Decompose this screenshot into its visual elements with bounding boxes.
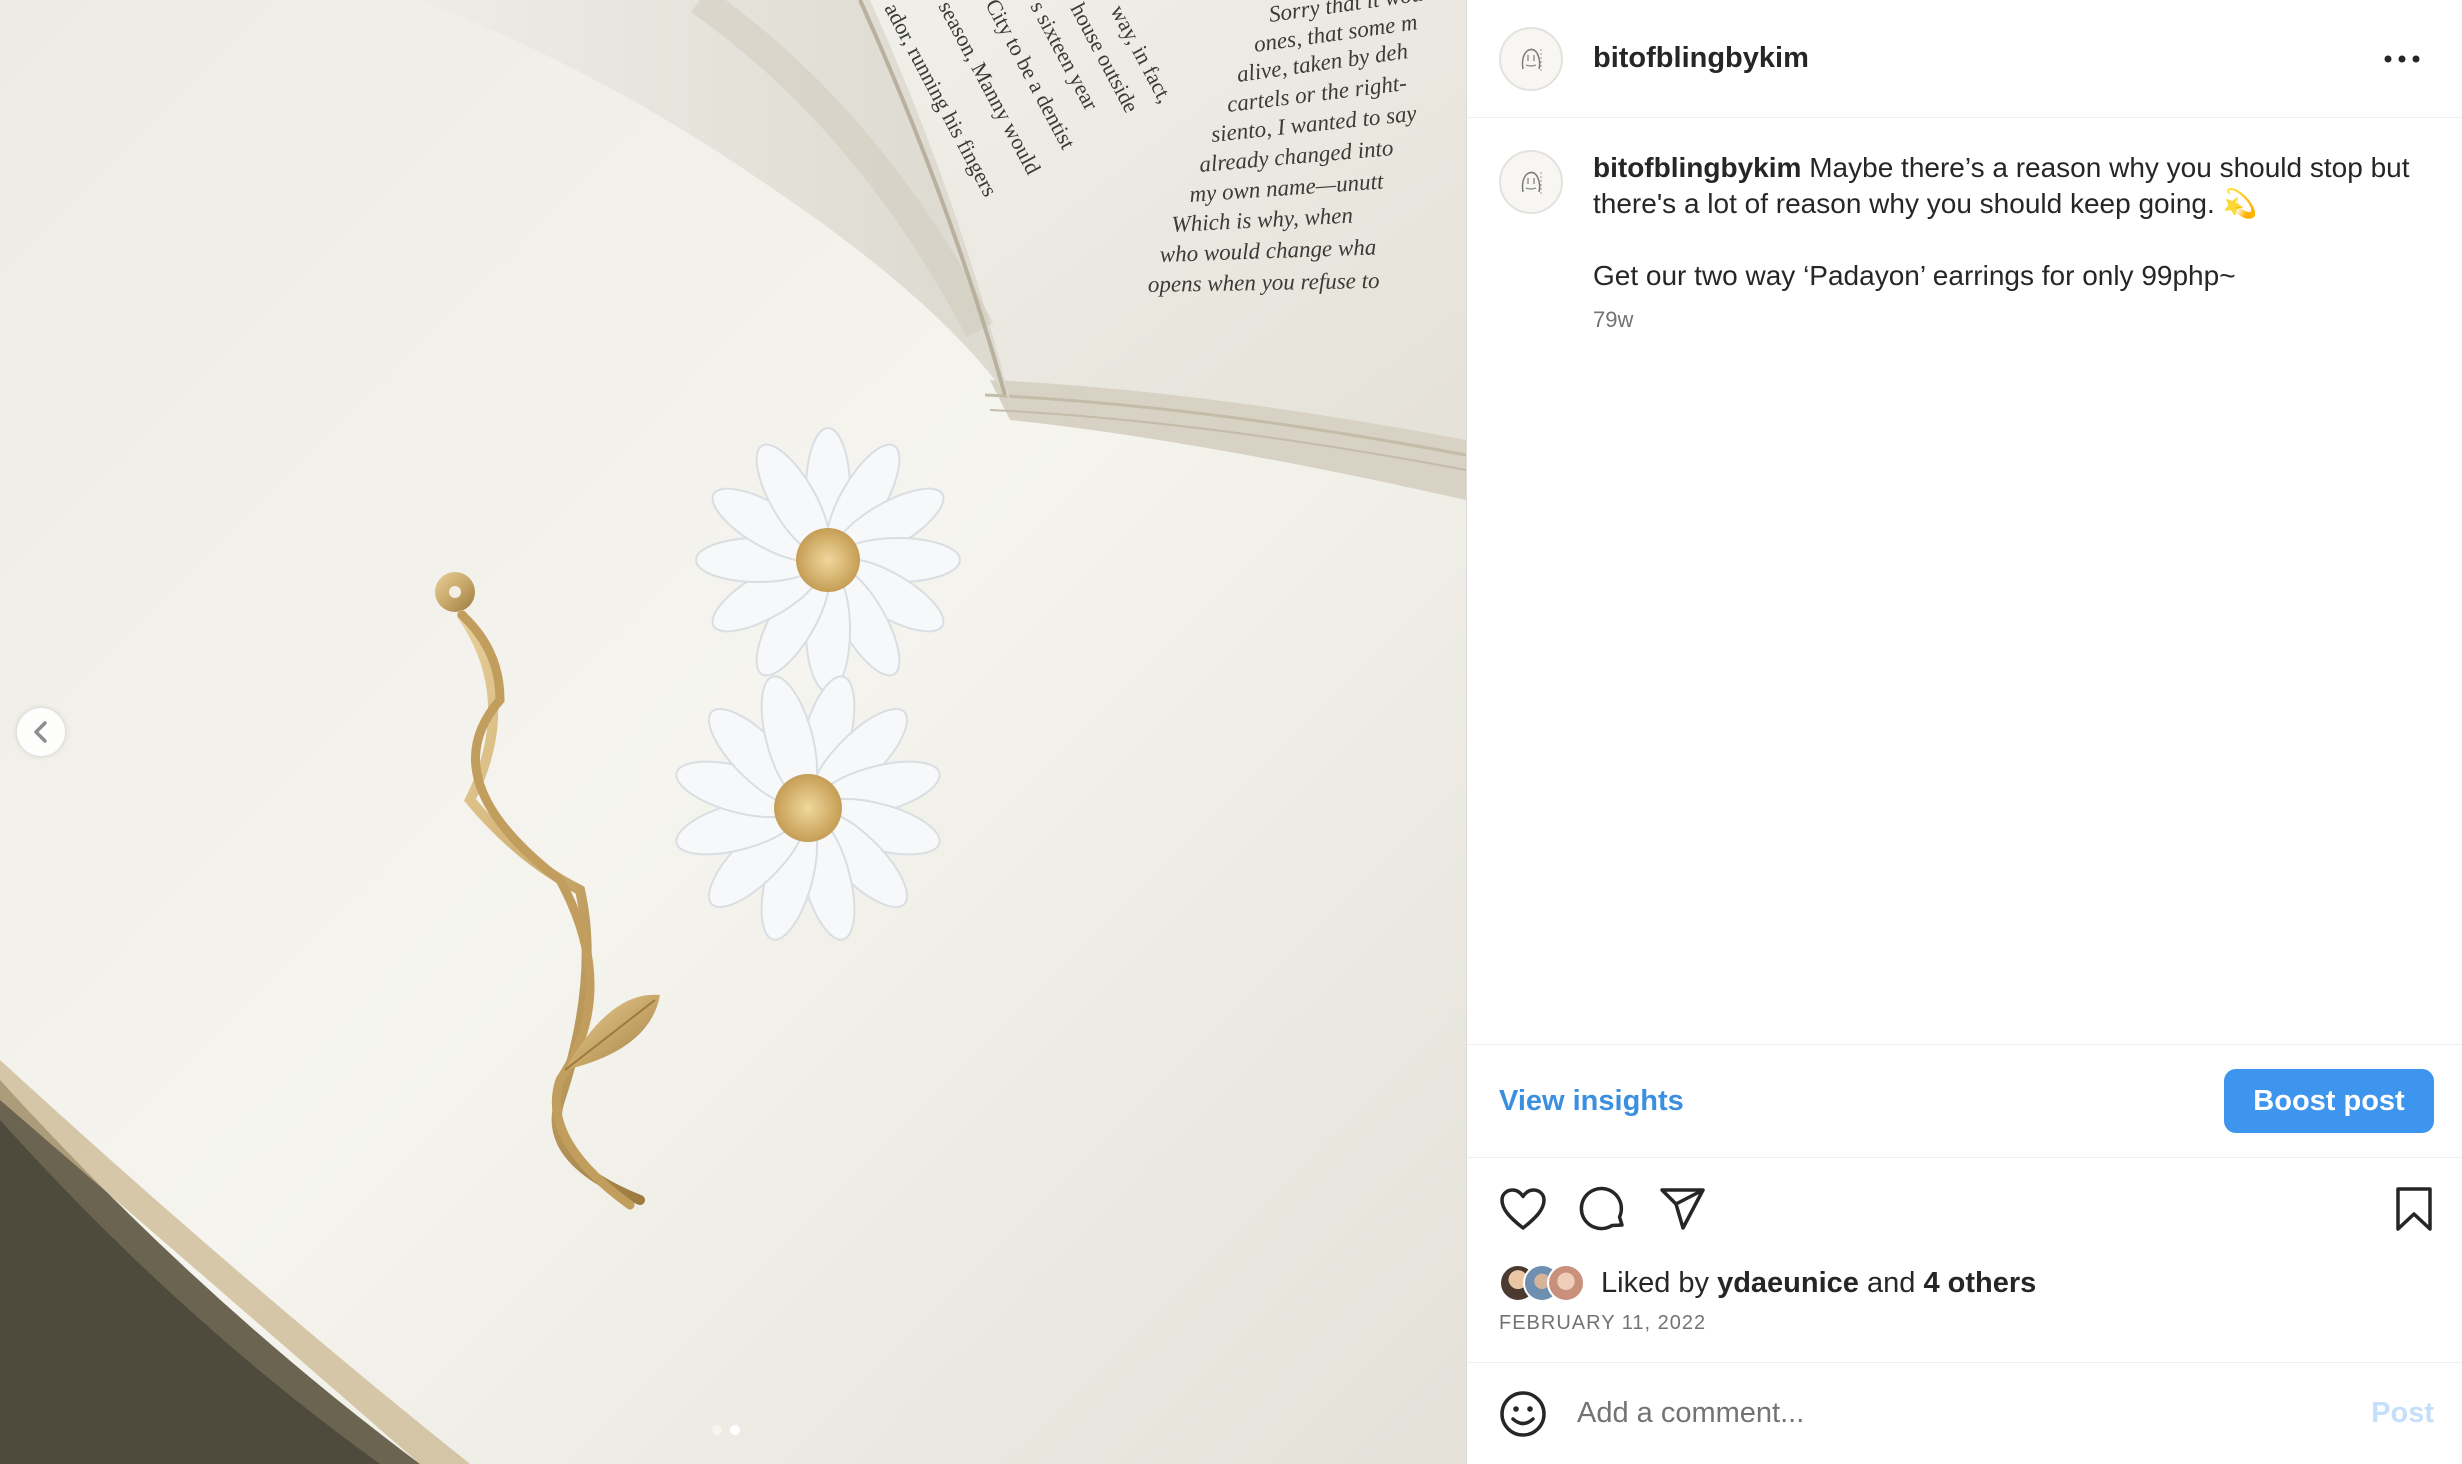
caption-avatar[interactable]: [1499, 150, 1563, 214]
post-date: FEBRUARY 11, 2022: [1499, 1312, 1707, 1334]
comment-icon: [1579, 1186, 1624, 1231]
like-button[interactable]: [1499, 1185, 1547, 1233]
profile-sketch-icon: [1521, 171, 1542, 194]
view-insights-link[interactable]: View insights: [1499, 1085, 1684, 1118]
caption-username[interactable]: bitofblingbykim: [1593, 152, 1801, 183]
post-viewer: Sorry that it wou ones, that some m aliv…: [0, 0, 2462, 1464]
carousel-prev-button[interactable]: [17, 708, 65, 756]
avatar[interactable]: [1499, 26, 1563, 91]
action-bar: [1467, 1158, 2462, 1260]
comment-composer: Post: [1467, 1362, 2462, 1464]
caption-line-2: Get our two way ‘Padayon’ earrings for o…: [1593, 260, 2236, 291]
header-username[interactable]: bitofblingbykim: [1593, 42, 1809, 75]
caption-section: bitofblingbykim Maybe there’s a reason w…: [1467, 118, 2462, 1044]
boost-post-button[interactable]: Boost post: [2224, 1069, 2434, 1133]
avatar: [1547, 1264, 1585, 1302]
post-side-panel: bitofblingbykim bitofblingbykim Maybe th…: [1466, 0, 2462, 1464]
likes-prefix: Liked by: [1601, 1266, 1710, 1299]
emoji-icon: [1500, 1390, 1546, 1437]
share-button[interactable]: [1659, 1185, 1707, 1233]
save-button[interactable]: [2390, 1185, 2438, 1233]
carousel-dot: [712, 1425, 722, 1435]
likes-others-link[interactable]: 4 others: [1923, 1267, 2036, 1299]
emoji-button[interactable]: [1499, 1390, 1547, 1438]
heart-icon: [1500, 1188, 1546, 1230]
caption-body: bitofblingbykim Maybe there’s a reason w…: [1593, 150, 2430, 1044]
bookmark-icon: [2396, 1187, 2432, 1231]
profile-sketch-icon: [1521, 48, 1542, 71]
comment-button[interactable]: [1579, 1185, 1627, 1233]
book-text-line: opens when you refuse to: [1148, 268, 1380, 297]
chevron-left-icon: [34, 721, 47, 743]
more-options-button[interactable]: [2372, 34, 2432, 84]
earrings-photo: Sorry that it wou ones, that some m aliv…: [0, 0, 1466, 1464]
comment-input[interactable]: [1577, 1397, 2372, 1430]
likes-and: and: [1866, 1266, 1916, 1299]
caption-timestamp[interactable]: 79w: [1593, 306, 2430, 334]
carousel-indicator: [712, 1425, 740, 1435]
caption-text: bitofblingbykim Maybe there’s a reason w…: [1593, 150, 2430, 222]
post-image: Sorry that it wou ones, that some m aliv…: [0, 0, 1466, 1464]
share-icon: [1660, 1188, 1705, 1230]
more-dots-icon: [2384, 55, 2420, 62]
liker-avatars[interactable]: [1499, 1264, 1585, 1302]
insights-bar: View insights Boost post: [1467, 1044, 2462, 1158]
liker-username[interactable]: ydaeunice: [1717, 1267, 1859, 1299]
likes-summary: Liked by ydaeunice and 4 others: [1467, 1260, 2462, 1306]
likes-text: Liked by ydaeunice and 4 others: [1601, 1267, 2036, 1300]
post-comment-button[interactable]: Post: [2371, 1397, 2434, 1430]
post-header: bitofblingbykim: [1467, 0, 2462, 118]
carousel-dot-active: [730, 1425, 740, 1435]
